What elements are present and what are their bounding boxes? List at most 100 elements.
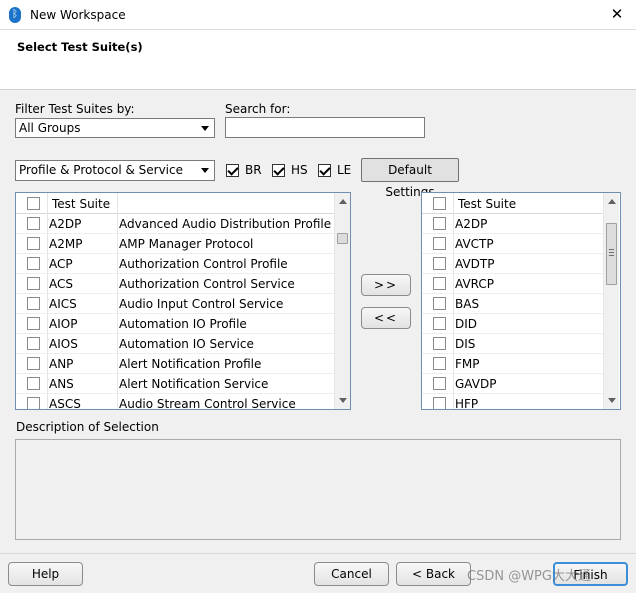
table-row[interactable]: ANS Alert Notification Service xyxy=(16,374,334,394)
cell-divider xyxy=(47,394,48,409)
category-value: Profile & Protocol & Service xyxy=(19,163,183,177)
row-checkbox[interactable] xyxy=(433,357,446,370)
table-row[interactable]: ANP Alert Notification Profile xyxy=(16,354,334,374)
row-checkbox[interactable] xyxy=(27,237,40,250)
remove-button[interactable]: << xyxy=(361,307,411,329)
row-checkbox[interactable] xyxy=(433,317,446,330)
cell-divider xyxy=(453,334,454,354)
row-checkbox[interactable] xyxy=(433,217,446,230)
suite-name: Authorization Control Profile xyxy=(119,257,288,271)
description-box xyxy=(15,439,621,540)
hs-checkbox[interactable] xyxy=(272,164,285,177)
option-br[interactable]: BR xyxy=(226,162,262,178)
suite-code: A2MP xyxy=(49,237,83,251)
scroll-thumb[interactable] xyxy=(606,223,617,285)
row-checkbox[interactable] xyxy=(433,237,446,250)
table-row[interactable]: AVCTP xyxy=(422,234,603,254)
scroll-up-icon[interactable] xyxy=(339,199,347,204)
row-checkbox[interactable] xyxy=(27,217,40,230)
row-checkbox[interactable] xyxy=(433,257,446,270)
row-checkbox[interactable] xyxy=(27,317,40,330)
table-row[interactable]: ACS Authorization Control Service xyxy=(16,274,334,294)
selected-list-scrollbar[interactable] xyxy=(603,193,619,409)
close-icon[interactable]: ✕ xyxy=(608,4,626,24)
table-row[interactable]: ASCS Audio Stream Control Service xyxy=(16,394,334,409)
suite-code: ANP xyxy=(49,357,74,371)
column-header-test-suite: Test Suite xyxy=(52,197,111,211)
search-label: Search for: xyxy=(225,102,291,116)
row-checkbox[interactable] xyxy=(27,397,40,409)
suite-code: ACP xyxy=(49,257,73,271)
option-hs[interactable]: HS xyxy=(272,162,308,178)
br-checkbox[interactable] xyxy=(226,164,239,177)
filter-label: Filter Test Suites by: xyxy=(15,102,135,116)
table-row[interactable]: AVDTP xyxy=(422,254,603,274)
filter-group-select[interactable]: All Groups xyxy=(15,118,215,138)
cell-divider xyxy=(117,354,118,374)
suite-code: AIOS xyxy=(49,337,78,351)
row-checkbox[interactable] xyxy=(27,297,40,310)
cell-divider xyxy=(117,214,118,234)
option-le[interactable]: LE xyxy=(318,162,351,178)
suite-code: AVDTP xyxy=(455,257,495,271)
search-input[interactable] xyxy=(225,117,425,138)
help-button[interactable]: Help xyxy=(8,562,83,586)
available-list-scrollbar[interactable] xyxy=(334,193,350,409)
selected-suites-list[interactable]: Test Suite A2DP AVCTP AVDTP AVRCP BAS DID DIS F… xyxy=(421,192,621,410)
table-row[interactable]: AVRCP xyxy=(422,274,603,294)
scroll-down-icon[interactable] xyxy=(608,398,616,403)
header-divider xyxy=(453,193,454,214)
table-row[interactable]: A2DP Advanced Audio Distribution Profile xyxy=(16,214,334,234)
le-checkbox[interactable] xyxy=(318,164,331,177)
row-checkbox[interactable] xyxy=(433,397,446,409)
row-checkbox[interactable] xyxy=(433,377,446,390)
scroll-up-icon[interactable] xyxy=(608,199,616,204)
cell-divider xyxy=(47,234,48,254)
table-row[interactable]: AICS Audio Input Control Service xyxy=(16,294,334,314)
table-row[interactable]: A2DP xyxy=(422,214,603,234)
table-row[interactable]: HFP xyxy=(422,394,603,409)
default-settings-button[interactable]: Default Settings xyxy=(361,158,459,199)
grip-line xyxy=(609,252,614,253)
row-checkbox[interactable] xyxy=(27,337,40,350)
cancel-button[interactable]: Cancel xyxy=(314,562,389,586)
column-header-test-suite: Test Suite xyxy=(458,197,517,211)
suite-code: DID xyxy=(455,317,478,331)
category-select[interactable]: Profile & Protocol & Service xyxy=(15,160,215,181)
cell-divider xyxy=(117,234,118,254)
row-checkbox[interactable] xyxy=(433,337,446,350)
table-row[interactable]: AIOS Automation IO Service xyxy=(16,334,334,354)
suite-code: AIOP xyxy=(49,317,78,331)
row-checkbox[interactable] xyxy=(433,297,446,310)
cell-divider xyxy=(117,334,118,354)
table-row[interactable]: AIOP Automation IO Profile xyxy=(16,314,334,334)
table-row[interactable]: BAS xyxy=(422,294,603,314)
table-row[interactable]: DIS xyxy=(422,334,603,354)
cell-divider xyxy=(453,314,454,334)
br-label: BR xyxy=(245,163,262,177)
cell-divider xyxy=(453,274,454,294)
select-all-checkbox[interactable] xyxy=(27,197,40,210)
suite-code: AICS xyxy=(49,297,77,311)
back-button[interactable]: < Back xyxy=(396,562,471,586)
table-row[interactable]: A2MP AMP Manager Protocol xyxy=(16,234,334,254)
scroll-thumb[interactable] xyxy=(337,233,348,244)
available-suites-list[interactable]: Test Suite A2DP Advanced Audio Distributi… xyxy=(15,192,351,410)
table-row[interactable]: FMP xyxy=(422,354,603,374)
cell-divider xyxy=(453,354,454,374)
scroll-down-icon[interactable] xyxy=(339,398,347,403)
row-checkbox[interactable] xyxy=(433,277,446,290)
row-checkbox[interactable] xyxy=(27,257,40,270)
watermark: CSDN @WPG大大通 xyxy=(467,569,591,584)
add-button[interactable]: >> xyxy=(361,274,411,296)
table-row[interactable]: ACP Authorization Control Profile xyxy=(16,254,334,274)
window-title: New Workspace xyxy=(30,8,126,22)
select-all-checkbox[interactable] xyxy=(433,197,446,210)
row-checkbox[interactable] xyxy=(27,277,40,290)
suite-code: FMP xyxy=(455,357,480,371)
row-checkbox[interactable] xyxy=(27,377,40,390)
table-row[interactable]: DID xyxy=(422,314,603,334)
row-checkbox[interactable] xyxy=(27,357,40,370)
table-row[interactable]: GAVDP xyxy=(422,374,603,394)
cell-divider xyxy=(47,254,48,274)
